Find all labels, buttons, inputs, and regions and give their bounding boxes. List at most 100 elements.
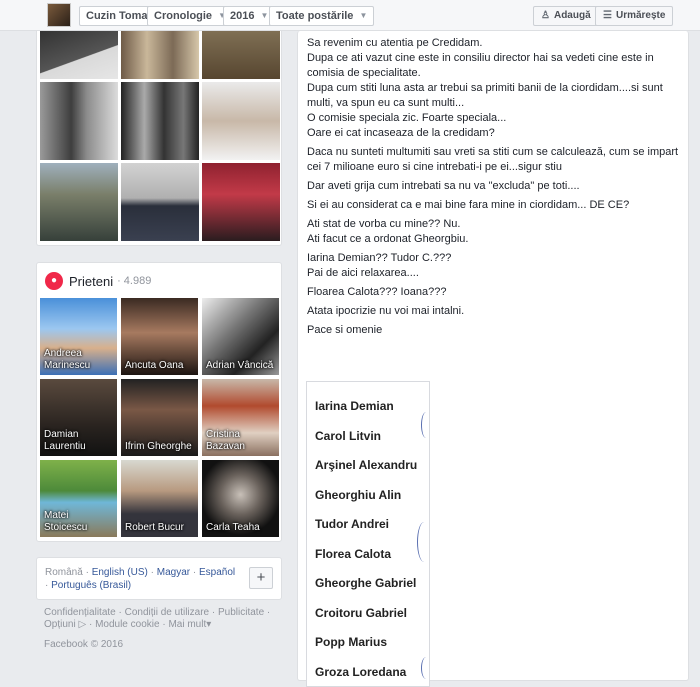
photo-thumbnail[interactable] <box>202 163 280 241</box>
post-line: Pace si omenie <box>307 324 382 336</box>
post-line: Ati facut ce a ordonat Gheorgbiu. <box>307 233 468 245</box>
add-friend-label: Adaugă <box>554 10 591 21</box>
friend-tile[interactable]: Matei Stoicescu <box>40 460 117 537</box>
post-line: Iarina Demian?? Tudor C.??? <box>307 252 451 264</box>
image-name: Gheorghiu Alin <box>315 485 417 515</box>
photo-thumbnail[interactable] <box>202 31 280 79</box>
add-friend-icon: ♙ <box>541 10 550 21</box>
friends-icon: ● <box>45 272 63 290</box>
chevron-down-icon: ▼ <box>359 7 367 25</box>
footer-link[interactable]: Mai mult <box>168 619 206 630</box>
friend-name: Ancuta Oana <box>125 360 195 372</box>
footer-link[interactable]: Condiții de utilizare <box>125 607 210 618</box>
footer-link[interactable]: Opțiuni <box>44 619 76 630</box>
more-languages-button[interactable]: + <box>249 567 273 589</box>
language-link[interactable]: Português (Brasil) <box>51 580 131 591</box>
pen-mark <box>421 657 430 679</box>
add-friend-button[interactable]: ♙ Adaugă <box>533 6 599 26</box>
post-card: Sa revenim cu atentia pe Credidam. Dupa … <box>297 31 689 681</box>
post-line: Floarea Calota??? Ioana??? <box>307 286 446 298</box>
image-name: Tudor Andrei <box>315 514 417 544</box>
post-paragraph: Pace si omenie <box>307 323 685 338</box>
post-line: Dar aveti grija cum intrebati sa nu va "… <box>307 180 580 192</box>
profile-name-button[interactable]: Cuzin Toma <box>79 6 155 26</box>
timeline-label: Cronologie <box>154 10 212 22</box>
language-link[interactable]: Magyar <box>157 567 190 578</box>
friend-name: Robert Bucur <box>125 522 195 534</box>
footer-link[interactable]: Confidențialitate <box>44 607 116 618</box>
post-line: Daca nu sunteti multumiti sau vreti sa s… <box>307 146 678 173</box>
friend-tile[interactable]: Adrian Vâncică <box>202 298 279 375</box>
post-paragraph: Sa revenim cu atentia pe Credidam. Dupa … <box>307 36 685 141</box>
friends-card: ● Prieteni · 4.989 Andreea Marinescu Anc… <box>36 262 282 542</box>
post-paragraph: Iarina Demian?? Tudor C.??? Pai de aici … <box>307 251 685 281</box>
year-label: 2016 <box>230 10 254 22</box>
footer-link[interactable]: Module cookie <box>95 619 159 630</box>
language-list: Română · English (US) · Magyar · Español… <box>45 566 240 592</box>
photo-thumbnail[interactable] <box>121 31 199 79</box>
photo-thumbnail[interactable] <box>40 31 118 79</box>
photo-thumbnail[interactable] <box>202 82 280 160</box>
image-name: Florea Calota <box>315 544 417 574</box>
posts-filter-label: Toate postările <box>276 10 353 22</box>
languages-card: Română · English (US) · Magyar · Español… <box>36 557 282 600</box>
friend-name: Matei Stoicescu <box>44 510 114 534</box>
photos-card <box>36 31 282 246</box>
post-line: Dupa cum stiti luna asta ar trebui sa pr… <box>307 82 663 109</box>
copyright: Facebook © 2016 <box>44 639 274 651</box>
image-name-list: Iarina Demian Carol Litvin Arşinel Alexa… <box>315 396 417 687</box>
footer-link[interactable]: Publicitate <box>218 607 264 618</box>
image-name: Carol Litvin <box>315 426 417 456</box>
friend-tile[interactable]: Ancuta Oana <box>121 298 198 375</box>
post-line: Si ei au considerat ca e mai bine fara m… <box>307 199 629 211</box>
image-name: Croitoru Gabriel <box>315 603 417 633</box>
timeline-dropdown[interactable]: Cronologie▼ <box>147 6 233 26</box>
page-footer: Confidențialitate · Condiții de utilizar… <box>44 607 274 651</box>
friend-name: Damian Laurentiu <box>44 429 114 453</box>
language-link[interactable]: English (US) <box>92 567 148 578</box>
profile-name: Cuzin Toma <box>86 10 148 22</box>
post-paragraph: Ati stat de vorba cu mine?? Nu. Ati facu… <box>307 217 685 247</box>
caret-down-icon: ▾ <box>206 619 211 630</box>
friends-header[interactable]: ● Prieteni · 4.989 <box>45 271 151 291</box>
pen-mark <box>417 522 430 562</box>
post-line: Ati stat de vorba cu mine?? Nu. <box>307 218 460 230</box>
friend-name: Cristina Bazavan <box>206 429 276 453</box>
current-language: Română <box>45 567 83 578</box>
follow-label: Urmărește <box>616 10 665 21</box>
follow-button[interactable]: ☰ Urmărește <box>595 6 673 26</box>
image-name: Gheorghe Gabriel <box>315 573 417 603</box>
rss-icon: ☰ <box>603 10 612 21</box>
friend-tile[interactable]: Ifrim Gheorghe <box>121 379 198 456</box>
photo-thumbnail[interactable] <box>40 82 118 160</box>
friend-tile[interactable]: Cristina Bazavan <box>202 379 279 456</box>
post-paragraph: Atata ipocrizie nu voi mai intalni. <box>307 304 685 319</box>
friend-tile[interactable]: Andreea Marinescu <box>40 298 117 375</box>
post-line: O comisie speciala zic. Foarte speciala.… <box>307 112 506 124</box>
posts-filter-dropdown[interactable]: Toate postările ▼ <box>269 6 374 26</box>
post-paragraph: Dar aveti grija cum intrebati sa nu va "… <box>307 179 685 194</box>
image-name: Popp Marius <box>315 632 417 662</box>
pen-mark <box>421 412 430 438</box>
photo-thumbnail[interactable] <box>40 163 118 241</box>
profile-thumbnail[interactable] <box>47 3 71 27</box>
image-name: Groza Loredana <box>315 662 417 687</box>
post-line: Sa revenim cu atentia pe Credidam. <box>307 37 482 49</box>
friend-tile[interactable]: Damian Laurentiu <box>40 379 117 456</box>
timeline-nav-bar: Cuzin Toma Cronologie▼ 2016▼ Toate postă… <box>0 0 700 31</box>
image-name: Iarina Demian <box>315 396 417 426</box>
post-image[interactable]: Iarina Demian Carol Litvin Arşinel Alexa… <box>306 381 430 687</box>
post-paragraph: Floarea Calota??? Ioana??? <box>307 285 685 300</box>
photo-thumbnail[interactable] <box>121 82 199 160</box>
friend-name: Andreea Marinescu <box>44 348 114 372</box>
friend-tile[interactable]: Robert Bucur <box>121 460 198 537</box>
post-line: Oare ei cat incaseaza de la credidam? <box>307 127 495 139</box>
post-paragraph: Si ei au considerat ca e mai bine fara m… <box>307 198 685 213</box>
language-link[interactable]: Español <box>199 567 235 578</box>
plus-icon: + <box>257 569 266 586</box>
year-dropdown[interactable]: 2016▼ <box>223 6 275 26</box>
friends-count: · 4.989 <box>117 275 151 287</box>
friend-tile[interactable]: Carla Teaha <box>202 460 279 537</box>
adchoices-icon: ▷ <box>78 619 86 630</box>
photo-thumbnail[interactable] <box>121 163 199 241</box>
